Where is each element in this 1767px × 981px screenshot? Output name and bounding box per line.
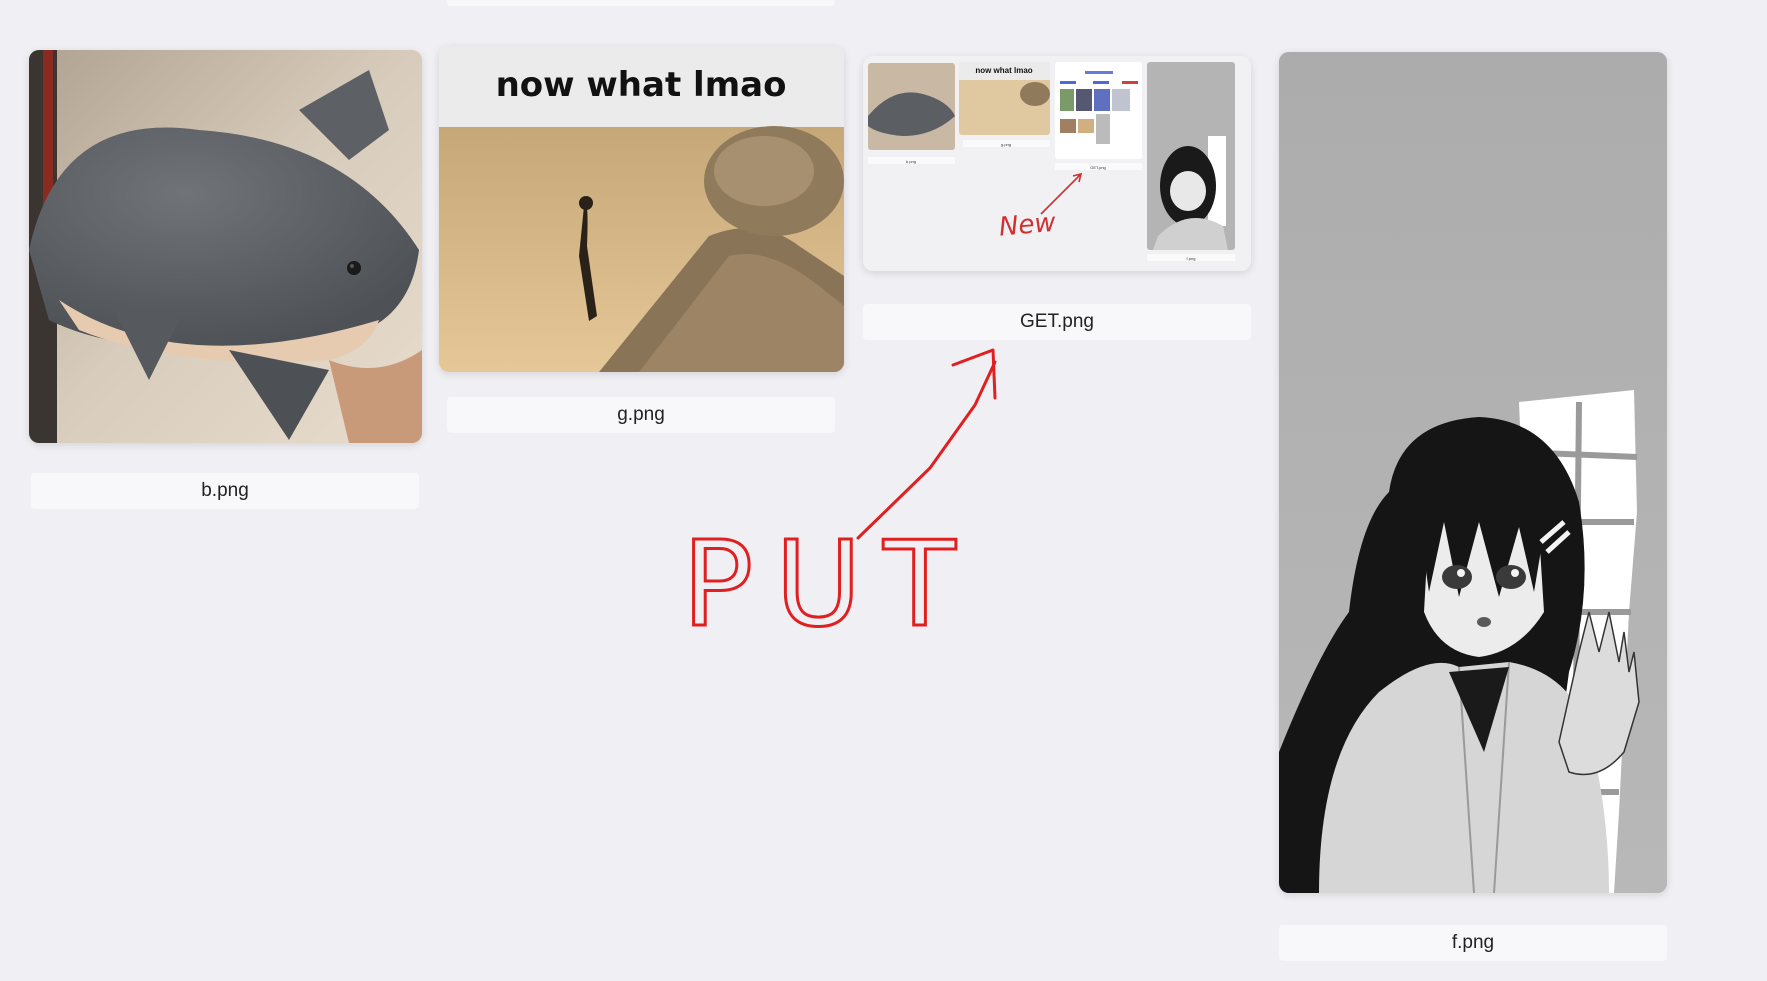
image-card-get[interactable]: b.png now what lmao g.png GET.png f.png … xyxy=(863,56,1251,271)
plush-whale-image xyxy=(29,50,422,443)
thumb-label-g: g.png xyxy=(1001,142,1011,147)
meme-caption: now what lmao xyxy=(496,65,787,105)
thumb-label-f: f.png xyxy=(1187,256,1196,261)
filename-label-b: b.png xyxy=(31,473,419,509)
thumb-label-get: GET.png xyxy=(1090,165,1106,170)
put-label: PUT xyxy=(682,515,978,653)
thumb-label-b: b.png xyxy=(906,159,916,164)
thumb-annotation-new: New xyxy=(998,208,1058,243)
filename-label-g: g.png xyxy=(447,397,835,433)
image-card-g[interactable]: now what lmao xyxy=(439,46,844,372)
filename-label-get: GET.png xyxy=(863,304,1251,340)
anime-illustration-image xyxy=(1279,52,1667,893)
filename-label-f: f.png xyxy=(1279,925,1667,961)
thumb-meme-caption: now what lmao xyxy=(975,66,1032,75)
screenshot-thumbnail-image: b.png now what lmao g.png GET.png f.png … xyxy=(863,56,1251,271)
previous-row-label-stub xyxy=(447,0,835,6)
image-card-b[interactable] xyxy=(29,50,422,443)
meme-image: now what lmao xyxy=(439,46,844,372)
image-card-f[interactable] xyxy=(1279,52,1667,893)
gallery-page: b.png now what lmao g.png b.png now what… xyxy=(0,0,1767,981)
